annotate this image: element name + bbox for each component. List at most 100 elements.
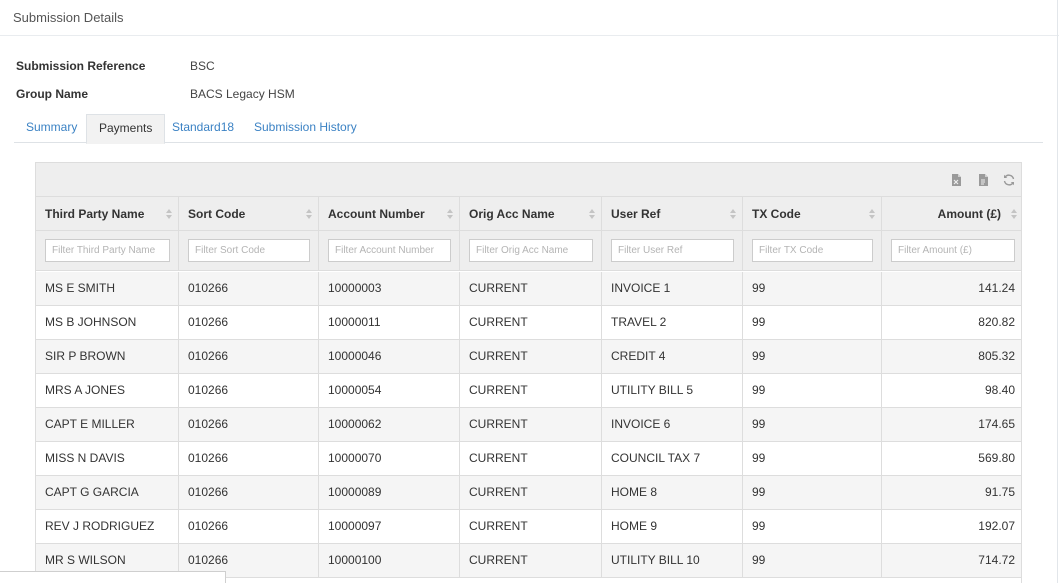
cell-account-number: 10000062: [319, 408, 460, 442]
cell-third-party-name: MS B JOHNSON: [36, 306, 179, 340]
filter-tx-code-input[interactable]: [752, 239, 873, 262]
filter-cell: [319, 231, 460, 271]
filter-cell: [179, 231, 319, 271]
cell-tx-code: 99: [743, 442, 882, 476]
cell-user-ref: UTILITY BILL 5: [602, 374, 743, 408]
column-header-orig-acc-name[interactable]: Orig Acc Name: [460, 197, 602, 231]
cell-orig-acc-name: CURRENT: [460, 544, 602, 578]
column-header-label: Third Party Name: [45, 207, 145, 221]
column-header-sort-code[interactable]: Sort Code: [179, 197, 319, 231]
filter-cell: [743, 231, 882, 271]
tab-standard18[interactable]: Standard18: [160, 114, 246, 143]
submission-reference-value: BSC: [190, 59, 215, 73]
filter-user-ref-input[interactable]: [611, 239, 734, 262]
column-header-amount[interactable]: Amount (£): [882, 197, 1021, 231]
table-row[interactable]: MS E SMITH 010266 10000003 CURRENT INVOICE 1…: [36, 272, 1021, 306]
column-header-label: Amount (£): [937, 207, 1001, 221]
cell-orig-acc-name: CURRENT: [460, 476, 602, 510]
sort-icon: [589, 209, 595, 219]
panel-border: [1057, 0, 1058, 583]
tab-submission-history[interactable]: Submission History: [242, 114, 369, 143]
column-header-label: Account Number: [328, 207, 425, 221]
cell-user-ref: CREDIT 4: [602, 340, 743, 374]
page-header: Submission Details: [0, 0, 1059, 36]
cell-account-number: 10000100: [319, 544, 460, 578]
cell-tx-code: 99: [743, 510, 882, 544]
sort-icon: [730, 209, 736, 219]
cell-sort-code: 010266: [179, 340, 319, 374]
cell-sort-code: 010266: [179, 476, 319, 510]
column-header-account-number[interactable]: Account Number: [319, 197, 460, 231]
cell-amount: 192.07: [978, 519, 1015, 533]
cell-user-ref: TRAVEL 2: [602, 306, 743, 340]
cell-account-number: 10000097: [319, 510, 460, 544]
cell-third-party-name: SIR P BROWN: [36, 340, 179, 374]
cell-user-ref: COUNCIL TAX 7: [602, 442, 743, 476]
filter-sort-code-input[interactable]: [188, 239, 310, 262]
column-header-label: TX Code: [752, 207, 801, 221]
cell-sort-code: 010266: [179, 442, 319, 476]
table-row[interactable]: MS B JOHNSON 010266 10000011 CURRENT TRAVEL …: [36, 306, 1021, 340]
table-row[interactable]: SIR P BROWN 010266 10000046 CURRENT CREDIT 4…: [36, 340, 1021, 374]
scrollbar-track: [0, 571, 226, 583]
table-row[interactable]: CAPT E MILLER 010266 10000062 CURRENT INVOIC…: [36, 408, 1021, 442]
filter-orig-acc-name-input[interactable]: [469, 239, 593, 262]
tab-payments[interactable]: Payments: [86, 114, 166, 144]
cell-user-ref: UTILITY BILL 10: [602, 544, 743, 578]
group-name-label: Group Name: [16, 87, 89, 101]
cell-orig-acc-name: CURRENT: [460, 374, 602, 408]
filter-third-party-name-input[interactable]: [45, 239, 170, 262]
cell-orig-acc-name: CURRENT: [460, 408, 602, 442]
filter-cell: [882, 231, 1021, 271]
cell-orig-acc-name: CURRENT: [460, 510, 602, 544]
cell-orig-acc-name: CURRENT: [460, 272, 602, 306]
cell-sort-code: 010266: [179, 510, 319, 544]
table-row[interactable]: REV J RODRIGUEZ 010266 10000097 CURRENT HOME…: [36, 510, 1021, 544]
cell-tx-code: 99: [743, 408, 882, 442]
table-row[interactable]: MISS N DAVIS 010266 10000070 CURRENT COUNCIL…: [36, 442, 1021, 476]
cell-user-ref: HOME 9: [602, 510, 743, 544]
column-header-tx-code[interactable]: TX Code: [743, 197, 882, 231]
cell-tx-code: 99: [743, 272, 882, 306]
cell-amount: 91.75: [984, 485, 1015, 499]
table-row[interactable]: CAPT G GARCIA 010266 10000089 CURRENT HOME 8…: [36, 476, 1021, 510]
cell-account-number: 10000046: [319, 340, 460, 374]
cell-amount: 569.80: [978, 451, 1015, 465]
column-header-label: Sort Code: [188, 207, 246, 221]
page-title: Submission Details: [13, 10, 124, 25]
filter-cell: [460, 231, 602, 271]
table-row[interactable]: MRS A JONES 010266 10000054 CURRENT UTILITY …: [36, 374, 1021, 408]
column-header-label: Orig Acc Name: [469, 207, 555, 221]
cell-amount: 820.82: [978, 315, 1015, 329]
column-header-user-ref[interactable]: User Ref: [602, 197, 743, 231]
cell-account-number: 10000054: [319, 374, 460, 408]
cell-third-party-name: CAPT E MILLER: [36, 408, 179, 442]
cell-third-party-name: MISS N DAVIS: [36, 442, 179, 476]
cell-amount: 98.40: [984, 383, 1015, 397]
cell-tx-code: 99: [743, 544, 882, 578]
refresh-icon[interactable]: [1002, 173, 1016, 187]
sort-icon: [869, 209, 875, 219]
export-excel-icon[interactable]: [949, 173, 963, 187]
cell-tx-code: 99: [743, 374, 882, 408]
cell-third-party-name: CAPT G GARCIA: [36, 476, 179, 510]
tab-bar: Summary Payments Standard18 Submission H…: [14, 114, 1043, 144]
cell-sort-code: 010266: [179, 272, 319, 306]
cell-sort-code: 010266: [179, 408, 319, 442]
filter-amount-input[interactable]: [891, 239, 1015, 262]
submission-reference-row: Submission Reference BSC: [16, 59, 416, 75]
cell-orig-acc-name: CURRENT: [460, 306, 602, 340]
tab-summary[interactable]: Summary: [14, 114, 89, 143]
filter-account-number-input[interactable]: [328, 239, 451, 262]
filter-cell: [36, 231, 179, 271]
export-csv-icon[interactable]: [976, 173, 990, 187]
table-header: Third Party Name Sort Code Account Numbe…: [36, 197, 1021, 231]
cell-account-number: 10000070: [319, 442, 460, 476]
filter-cell: [602, 231, 743, 271]
cell-orig-acc-name: CURRENT: [460, 442, 602, 476]
sort-icon: [166, 209, 172, 219]
cell-user-ref: HOME 8: [602, 476, 743, 510]
column-header-label: User Ref: [611, 207, 661, 221]
column-header-third-party-name[interactable]: Third Party Name: [36, 197, 179, 231]
sort-icon: [447, 209, 453, 219]
